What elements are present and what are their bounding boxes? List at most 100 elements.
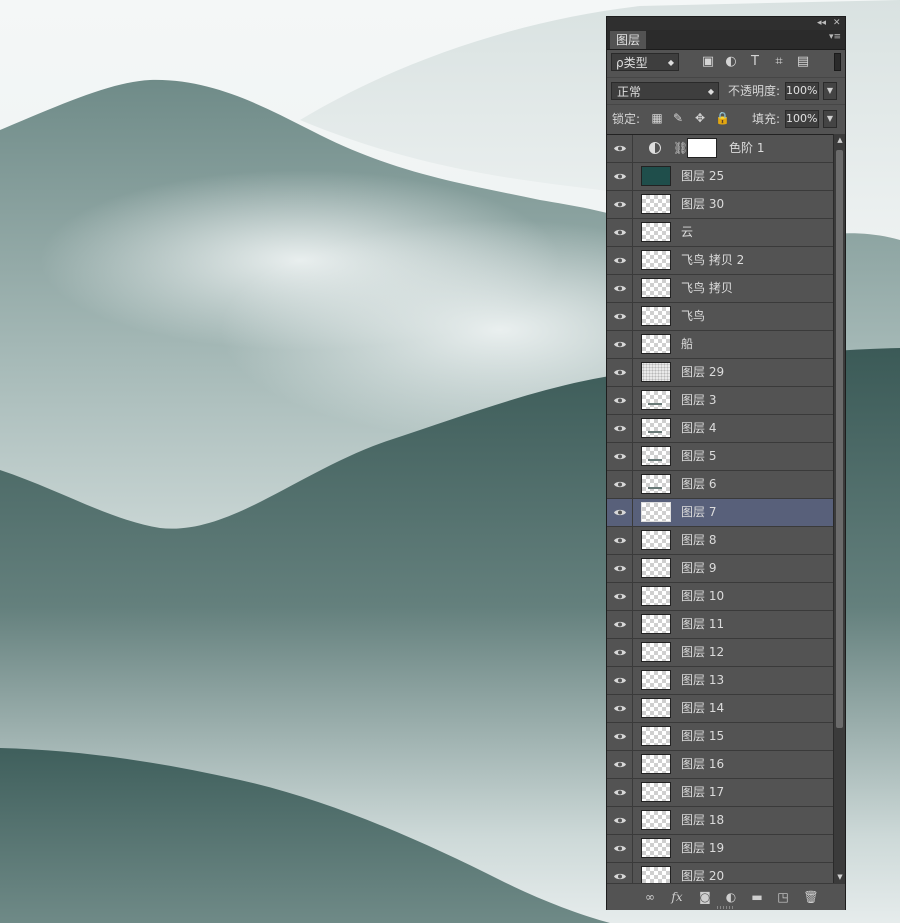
visibility-eye-icon[interactable] (607, 415, 633, 442)
layer-thumbnail[interactable] (641, 250, 671, 270)
layer-name[interactable]: 图层 10 (681, 583, 724, 610)
fx-icon[interactable]: fx (669, 889, 685, 905)
visibility-eye-icon[interactable] (607, 723, 633, 750)
layer-name[interactable]: 图层 4 (681, 415, 716, 442)
visibility-eye-icon[interactable] (607, 303, 633, 330)
layer-thumbnail[interactable] (641, 754, 671, 774)
layer-row[interactable]: 图层 29 (607, 359, 833, 387)
fill-input[interactable]: 100% (785, 110, 819, 128)
visibility-eye-icon[interactable] (607, 359, 633, 386)
panel-menu-icon[interactable]: ▾≡ (829, 32, 841, 42)
scroll-up-icon[interactable]: ▲ (836, 136, 844, 144)
layer-name[interactable]: 图层 5 (681, 443, 716, 470)
layer-row[interactable]: 图层 13 (607, 667, 833, 695)
fill-dropdown-icon[interactable]: ▼ (823, 110, 837, 128)
layer-row[interactable]: 图层 6 (607, 471, 833, 499)
layer-row[interactable]: 图层 20 (607, 863, 833, 884)
visibility-eye-icon[interactable] (607, 443, 633, 470)
layer-row[interactable]: 飞鸟 (607, 303, 833, 331)
lock-paint-icon[interactable]: ✎ (671, 110, 685, 126)
layer-row[interactable]: 图层 9 (607, 555, 833, 583)
layer-thumbnail[interactable] (641, 362, 671, 382)
visibility-eye-icon[interactable] (607, 695, 633, 722)
layer-row[interactable]: 图层 12 (607, 639, 833, 667)
layer-row[interactable]: 飞鸟 拷贝 2 (607, 247, 833, 275)
lock-position-icon[interactable]: ✥ (693, 110, 707, 126)
layer-name[interactable]: 图层 9 (681, 555, 716, 582)
layer-name[interactable]: 图层 16 (681, 751, 724, 778)
delete-icon[interactable]: 🗑 (803, 889, 819, 905)
layer-name[interactable]: 图层 6 (681, 471, 716, 498)
layer-name[interactable]: 图层 29 (681, 359, 724, 386)
layer-thumbnail[interactable] (641, 726, 671, 746)
collapse-icon[interactable]: ◂◂ (817, 17, 826, 30)
visibility-eye-icon[interactable] (607, 275, 633, 302)
layer-row[interactable]: 图层 17 (607, 779, 833, 807)
scroll-thumb[interactable] (836, 150, 843, 728)
layer-thumbnail[interactable] (641, 838, 671, 858)
lock-transparent-icon[interactable]: ▦ (650, 110, 664, 126)
blend-mode-select[interactable]: 正常 ◆ (611, 82, 719, 100)
layer-row[interactable]: 图层 18 (607, 807, 833, 835)
layer-thumbnail[interactable] (641, 166, 671, 186)
visibility-eye-icon[interactable] (607, 779, 633, 806)
layer-thumbnail[interactable] (641, 306, 671, 326)
layer-name[interactable]: 图层 20 (681, 863, 724, 884)
layer-row[interactable]: 图层 11 (607, 611, 833, 639)
layer-thumbnail[interactable] (641, 614, 671, 634)
layer-row[interactable]: 飞鸟 拷贝 (607, 275, 833, 303)
type-filter-icon[interactable]: T (747, 53, 763, 71)
new-adjustment-icon[interactable]: ◐ (723, 889, 739, 905)
visibility-eye-icon[interactable] (607, 639, 633, 666)
visibility-eye-icon[interactable] (607, 331, 633, 358)
layer-row[interactable]: 图层 5 (607, 443, 833, 471)
layer-row[interactable]: 图层 10 (607, 583, 833, 611)
layer-thumbnail[interactable] (641, 222, 671, 242)
visibility-eye-icon[interactable] (607, 611, 633, 638)
layer-name[interactable]: 飞鸟 (681, 303, 705, 330)
layer-thumbnail[interactable] (641, 278, 671, 298)
close-icon[interactable]: ✕ (833, 17, 841, 30)
layer-thumbnail[interactable] (641, 670, 671, 690)
kind-filter-select[interactable]: ρ类型 ◆ (611, 53, 679, 71)
layer-list-scrollbar[interactable]: ▲ ▼ (833, 134, 845, 883)
layer-thumbnail[interactable] (641, 866, 671, 884)
layer-thumbnail[interactable] (641, 418, 671, 438)
opacity-input[interactable]: 100% (785, 82, 819, 100)
layer-thumbnail[interactable] (641, 698, 671, 718)
layer-name[interactable]: 飞鸟 拷贝 2 (681, 247, 744, 274)
layer-name[interactable]: 飞鸟 拷贝 (681, 275, 733, 302)
mask-link-icon[interactable]: ⛓ (673, 141, 688, 155)
layer-name[interactable]: 图层 19 (681, 835, 724, 862)
layer-name[interactable]: 图层 15 (681, 723, 724, 750)
layer-thumbnail[interactable] (641, 558, 671, 578)
layer-row[interactable]: 图层 15 (607, 723, 833, 751)
layer-name[interactable]: 图层 8 (681, 527, 716, 554)
visibility-eye-icon[interactable] (607, 863, 633, 884)
layer-name[interactable]: 图层 3 (681, 387, 716, 414)
smart-object-filter-icon[interactable]: ▤ (795, 53, 811, 71)
layer-row[interactable]: 图层 19 (607, 835, 833, 863)
layer-thumbnail[interactable] (641, 810, 671, 830)
adjustment-filter-icon[interactable]: ◐ (723, 53, 739, 71)
visibility-eye-icon[interactable] (607, 807, 633, 834)
layer-row[interactable]: 图层 16 (607, 751, 833, 779)
layer-name[interactable]: 图层 17 (681, 779, 724, 806)
visibility-eye-icon[interactable] (607, 527, 633, 554)
visibility-eye-icon[interactable] (607, 163, 633, 190)
layer-thumbnail[interactable] (641, 502, 671, 522)
layer-name[interactable]: 图层 30 (681, 191, 724, 218)
new-group-icon[interactable]: ▬ (749, 889, 765, 905)
tab-layers[interactable]: 图层 (610, 31, 647, 49)
layer-name[interactable]: 图层 25 (681, 163, 724, 190)
layer-thumbnail[interactable] (641, 446, 671, 466)
layer-row[interactable]: 图层 25 (607, 163, 833, 191)
link-icon[interactable]: ∞ (642, 889, 658, 905)
layer-thumbnail[interactable] (641, 782, 671, 802)
layer-thumbnail[interactable] (641, 474, 671, 494)
layer-name[interactable]: 船 (681, 331, 693, 358)
layer-thumbnail[interactable] (641, 530, 671, 550)
layer-name[interactable]: 图层 12 (681, 639, 724, 666)
layer-row[interactable]: 图层 3 (607, 387, 833, 415)
lock-all-icon[interactable]: 🔒 (715, 110, 730, 126)
